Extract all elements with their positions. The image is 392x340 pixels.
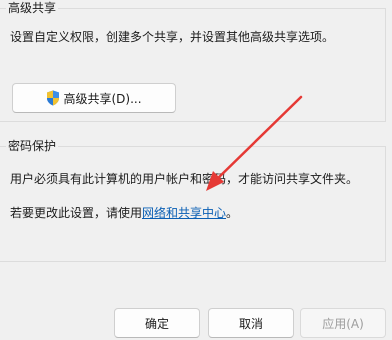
password-protection-group: 密码保护 用户必须具有此计算机的用户帐户和密码，才能访问共享文件夹。 若要更改此…: [0, 138, 386, 262]
password-protection-group-title: 密码保护: [6, 138, 59, 154]
ok-button[interactable]: 确定: [114, 308, 200, 338]
advanced-sharing-button[interactable]: 高级共享(D)...: [12, 83, 176, 113]
uac-shield-icon: [46, 90, 60, 106]
advanced-sharing-description: 设置自定义权限，创建多个共享，并设置其他高级共享选项。: [10, 30, 335, 44]
advanced-sharing-group: 高级共享 设置自定义权限，创建多个共享，并设置其他高级共享选项。 高级共享(D)…: [0, 0, 386, 122]
password-protection-change-text: 若要更改此设置，请使用网络和共享中心。: [10, 205, 238, 221]
change-setting-suffix: 。: [226, 206, 239, 220]
advanced-sharing-group-title: 高级共享: [6, 0, 59, 16]
cancel-button[interactable]: 取消: [208, 308, 294, 338]
change-setting-prefix: 若要更改此设置，请使用: [10, 206, 143, 220]
password-protection-description: 用户必须具有此计算机的用户帐户和密码，才能访问共享文件夹。: [10, 172, 359, 186]
advanced-sharing-button-label: 高级共享(D)...: [63, 91, 142, 106]
dialog-footer: 确定 取消 应用(A): [0, 302, 392, 340]
share-properties-dialog: 高级共享 设置自定义权限，创建多个共享，并设置其他高级共享选项。 高级共享(D)…: [0, 0, 392, 340]
apply-button[interactable]: 应用(A): [300, 308, 386, 338]
network-sharing-center-link[interactable]: 网络和共享中心: [142, 206, 226, 220]
